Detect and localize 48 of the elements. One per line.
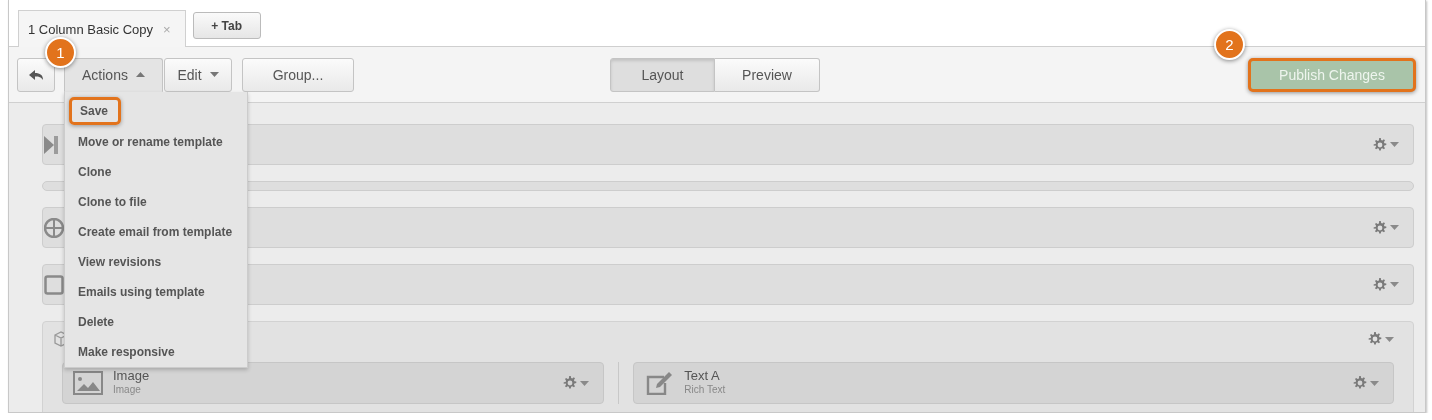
menu-item[interactable]: View revisions <box>65 247 247 277</box>
square-icon <box>44 274 64 295</box>
menu-item[interactable]: Clone <box>65 157 247 187</box>
menu-item[interactable]: Emails using template <box>65 277 247 307</box>
edit-icon <box>644 371 675 395</box>
menu-item[interactable]: Clone to file <box>65 187 247 217</box>
caret-icon <box>209 72 219 77</box>
caret-icon <box>1370 380 1379 386</box>
settings-button[interactable] <box>1373 220 1399 235</box>
tab-label: 1 Column Basic Copy <box>28 21 153 37</box>
menu-item[interactable]: Make responsive <box>65 337 247 367</box>
menu-item[interactable]: Delete <box>65 307 247 337</box>
module-title: Image <box>113 369 150 383</box>
module-type: Rich Text <box>684 383 726 397</box>
menu-item[interactable]: Create email from template <box>65 217 247 247</box>
module-type: Image <box>113 383 142 397</box>
back-arrow-icon <box>29 69 43 80</box>
tab[interactable]: 1 Column Basic Copy × <box>18 10 186 47</box>
view-toggle-tab[interactable]: Preview <box>715 58 820 92</box>
toolbar-button[interactable]: Edit <box>164 57 232 92</box>
gear-icon <box>1373 220 1387 235</box>
toolbar-button[interactable]: Group... <box>242 57 354 92</box>
caret-icon <box>135 72 145 77</box>
caret-icon <box>1390 282 1399 287</box>
caret-icon <box>1390 142 1399 147</box>
settings-button[interactable] <box>1373 277 1399 292</box>
globe-icon <box>44 217 64 238</box>
settings-button[interactable] <box>1373 137 1399 152</box>
gear-icon <box>563 376 578 390</box>
play-icon <box>44 135 58 154</box>
settings-button[interactable] <box>1353 376 1379 390</box>
module-title: Text A <box>684 369 721 383</box>
settings-button[interactable] <box>1368 332 1394 346</box>
gear-icon <box>1373 137 1387 152</box>
caret-icon <box>580 380 590 386</box>
add-tab-button[interactable]: + Tab <box>192 12 261 39</box>
image-icon <box>73 371 103 395</box>
menu-item[interactable]: Move or rename template <box>65 127 247 157</box>
back-button[interactable] <box>17 57 55 92</box>
toolbar-button[interactable]: Actions <box>64 57 163 92</box>
menu-item[interactable]: Save <box>69 97 121 125</box>
caret-icon <box>1390 225 1399 230</box>
gear-icon <box>1368 332 1382 346</box>
gear-icon <box>1353 376 1367 390</box>
settings-button[interactable] <box>563 376 590 390</box>
caret-icon <box>1385 336 1394 342</box>
gear-icon <box>1373 277 1387 292</box>
view-toggle-tab[interactable]: Layout <box>610 58 715 92</box>
